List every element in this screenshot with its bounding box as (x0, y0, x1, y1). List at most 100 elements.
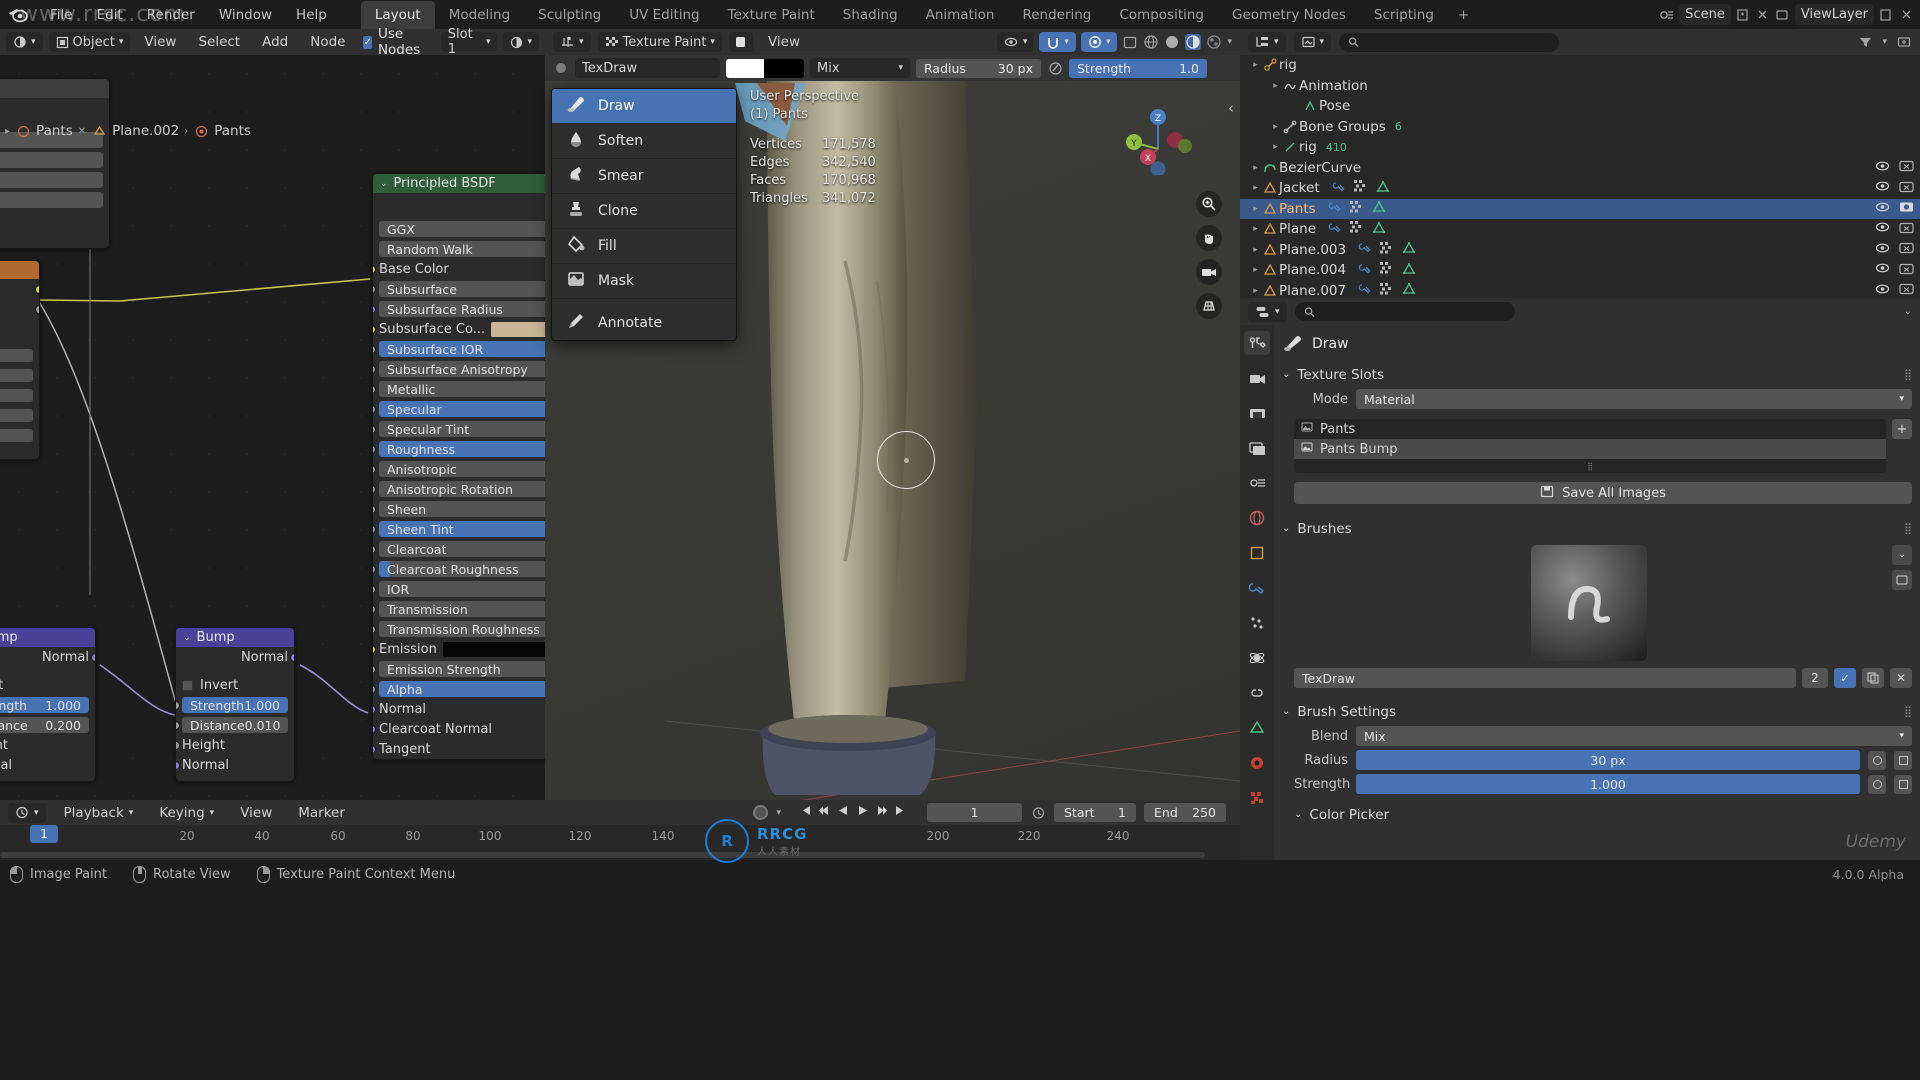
node-socket[interactable] (373, 745, 376, 754)
outliner-row[interactable]: ▸ Plane.007 (1240, 281, 1920, 298)
tab-rendering[interactable]: Rendering (1008, 1, 1105, 29)
tab-material-properties[interactable] (1244, 751, 1270, 775)
socket-bump2-normal-in[interactable] (176, 761, 180, 770)
properties-search-field[interactable] (1320, 304, 1506, 319)
outliner-search-input[interactable] (1339, 32, 1560, 52)
panel-brushes-header[interactable]: ⌄ Brushes ⣿ (1282, 516, 1912, 541)
node-socket[interactable] (373, 585, 376, 594)
properties-collapse-icon[interactable]: ⌄ (1904, 306, 1912, 317)
strength-slider[interactable]: Strength 1.0 (1069, 58, 1207, 78)
node-field-c[interactable] (0, 172, 103, 188)
visibility-eye-icon[interactable] (1875, 201, 1890, 217)
bsdf-input-row[interactable]: Normal (373, 699, 545, 719)
bsdf-input-row[interactable]: Emission Strength (373, 659, 545, 679)
node-socket[interactable] (373, 325, 376, 334)
node-image-outputs[interactable]: Color Alpha ✕ (0, 260, 40, 460)
tool-mask[interactable]: Mask (552, 264, 736, 299)
tab-world-properties[interactable] (1244, 506, 1270, 530)
panel-grip-icon-brushes[interactable]: ⣿ (1904, 522, 1912, 535)
socket-bump2-normal-out[interactable] (290, 653, 294, 662)
brush-users-count[interactable]: 2 (1802, 668, 1828, 688)
bsdf-input-row[interactable]: Alpha (373, 679, 545, 699)
use-nodes-toggle[interactable]: ✓ Use Nodes (363, 26, 424, 58)
tab-layout[interactable]: Layout (360, 0, 435, 29)
shading-material-icon[interactable] (1185, 34, 1202, 50)
visibility-eye-icon[interactable] (1875, 180, 1890, 196)
brush-name-field-props[interactable]: TexDraw (1294, 668, 1796, 688)
save-all-images-button[interactable]: Save All Images (1294, 482, 1912, 504)
bsdf-input-row[interactable]: Specular (373, 399, 545, 419)
disclosure-triangle-icon[interactable]: ▸ (1270, 81, 1281, 91)
bsdf-input-row[interactable]: Clearcoat Normal (373, 719, 545, 739)
shading-solid-icon[interactable] (1164, 34, 1180, 50)
texture-slot-list[interactable]: Pants Pants Bump ⣿ (1294, 419, 1886, 473)
timeline-scrollbar[interactable] (0, 852, 1205, 858)
bsdf-input-field[interactable]: Sheen (379, 501, 545, 517)
bsdf-input-field[interactable]: Subsurface IOR (379, 341, 545, 357)
bsdf-input-row[interactable]: Subsurface Co... (373, 319, 545, 339)
node-principled-bsdf[interactable]: ⌄ Principled BSDF GGX Random Walk Base C… (372, 173, 545, 760)
tab-animation[interactable]: Animation (912, 1, 1009, 29)
radius-props-slider[interactable]: 30 px (1356, 750, 1860, 770)
outliner-editor-type[interactable]: ▾ (1248, 32, 1286, 52)
slot-list-grip[interactable]: ⣿ (1294, 459, 1886, 473)
visibility-toggle[interactable]: ▾ (996, 32, 1035, 52)
socket-bump2-height[interactable] (176, 741, 180, 750)
outliner-new-collection-icon[interactable] (1896, 34, 1912, 50)
particles-icon[interactable] (1349, 200, 1364, 217)
mesh-data-icon[interactable] (1372, 221, 1386, 238)
menu-window[interactable]: Window (207, 4, 284, 26)
radius-pressure-icon[interactable] (1047, 60, 1063, 76)
bsdf-input-field[interactable]: IOR (379, 581, 545, 597)
tab-output-properties[interactable] (1244, 401, 1270, 425)
bsdf-input-row[interactable]: Clearcoat (373, 539, 545, 559)
tool-draw[interactable]: Draw (552, 89, 736, 124)
render-camera-icon[interactable] (1899, 159, 1914, 176)
tab-compositing[interactable]: Compositing (1105, 1, 1218, 29)
texture-mode-select[interactable]: Material ▾ (1356, 389, 1912, 409)
bsdf-input-row[interactable]: Anisotropic (373, 459, 545, 479)
breadcrumb-item-1[interactable]: Plane.002 (112, 123, 179, 139)
use-nodes-checkbox[interactable]: ✓ (363, 35, 372, 49)
modifier-icon[interactable] (1328, 221, 1342, 238)
navigation-gizmo[interactable]: Z Y X (1118, 101, 1192, 177)
visibility-eye-icon[interactable] (1875, 221, 1890, 237)
mesh-data-icon[interactable] (1402, 282, 1416, 298)
timeline-menu-marker[interactable]: Marker (290, 805, 353, 821)
tool-annotate[interactable]: Annotate (552, 305, 736, 340)
bsdf-color-swatch[interactable] (491, 321, 545, 337)
camera-view-icon[interactable] (1196, 259, 1222, 285)
node-socket[interactable] (373, 405, 376, 414)
node-header-image[interactable] (0, 79, 109, 98)
outliner-tree[interactable]: ▸ rig ▸ Animation Pose ▸ Bone Groups 6 ▸ rig 410 ▸ B… (1240, 55, 1920, 298)
bsdf-input-field[interactable]: Subsurface Anisotropy (379, 361, 545, 377)
tab-object-data-properties[interactable] (1244, 716, 1270, 740)
panel-grip-icon-settings[interactable]: ⣿ (1904, 705, 1912, 718)
bsdf-input-field[interactable]: Alpha (379, 681, 545, 697)
bsdf-input-row[interactable]: Emission (373, 639, 545, 659)
add-texture-slot-button[interactable]: + (1892, 419, 1912, 439)
strength-pressure-toggle[interactable] (1868, 774, 1886, 794)
bsdf-input-field[interactable]: Transmission (379, 601, 545, 617)
tab-texture-properties[interactable] (1244, 786, 1270, 810)
blend-select[interactable]: Mix ▾ (1356, 726, 1912, 746)
brush-tool-menu[interactable]: Draw Soften Smear Clone Fill Mask Annota… (551, 88, 737, 341)
outliner-row[interactable]: Pose (1240, 96, 1920, 117)
tab-tool-properties[interactable] (1244, 331, 1270, 355)
outliner-filter-icon[interactable] (1857, 34, 1873, 50)
bsdf-input-row[interactable]: Subsurface Anisotropy (373, 359, 545, 379)
delete-viewlayer-icon[interactable] (1898, 7, 1914, 23)
render-camera-icon[interactable] (1899, 200, 1914, 217)
tab-particles-properties[interactable] (1244, 611, 1270, 635)
node-header-tex[interactable] (0, 261, 39, 279)
bsdf-input-row[interactable]: Subsurface IOR (373, 339, 545, 359)
tex-field-1[interactable] (0, 348, 33, 362)
modifier-icon[interactable] (1358, 282, 1372, 298)
start-frame-field[interactable]: Start 1 (1054, 803, 1136, 822)
render-camera-icon[interactable] (1899, 282, 1914, 298)
node-header-principled[interactable]: ⌄ Principled BSDF (373, 174, 545, 193)
outliner-row[interactable]: ▸ rig (1240, 55, 1920, 76)
shader-menu-node[interactable]: Node (302, 34, 353, 50)
blend-mode-selector[interactable]: Mix ▾ (810, 58, 910, 78)
delete-scene-icon[interactable] (1755, 7, 1771, 23)
